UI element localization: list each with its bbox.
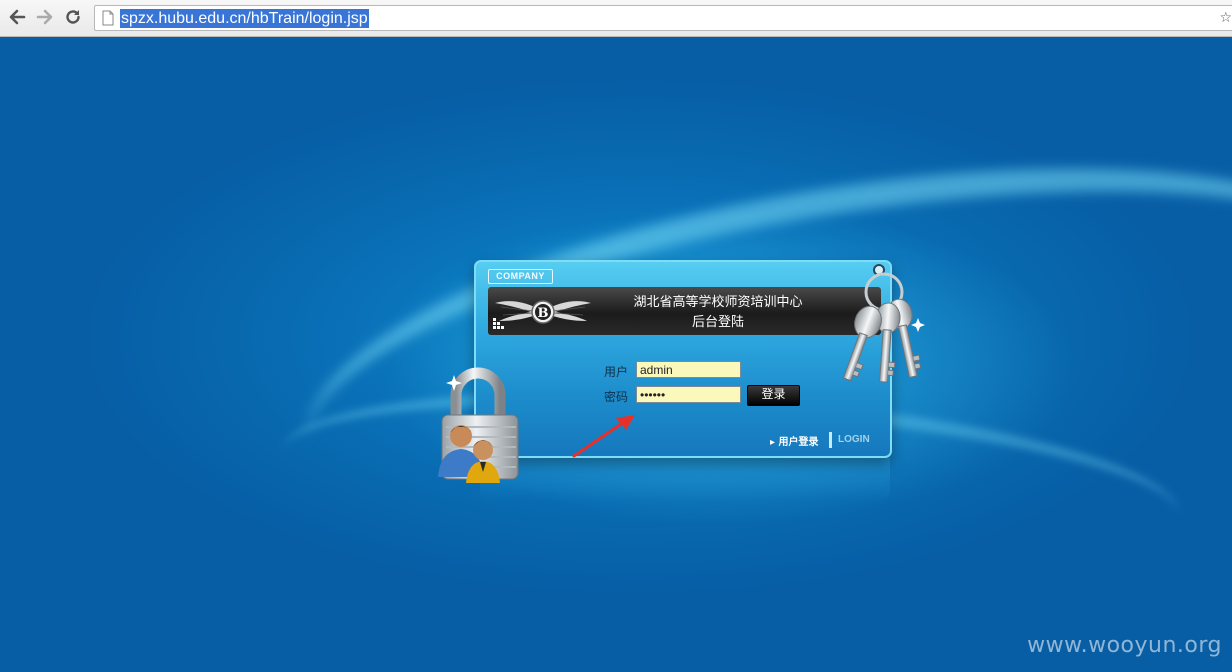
winged-b-logo: B bbox=[495, 300, 591, 324]
user-login-link[interactable]: ▸ 用户登录 bbox=[770, 433, 819, 448]
back-button[interactable] bbox=[6, 6, 28, 28]
company-tag: COMPANY bbox=[488, 269, 553, 284]
login-panel: COMPANY B 湖北省高等学校师资培训中心 后台登陆 用户 密码 登录 ▸ … bbox=[474, 260, 892, 458]
forward-icon bbox=[36, 9, 53, 25]
watermark: www.wooyun.org bbox=[1027, 633, 1222, 658]
forward-button[interactable] bbox=[34, 6, 56, 28]
reload-button[interactable] bbox=[62, 6, 84, 28]
login-tab[interactable]: LOGIN bbox=[838, 434, 870, 445]
url-text[interactable]: spzx.hubu.edu.cn/hbTrain/login.jsp bbox=[120, 9, 369, 28]
tab-separator bbox=[829, 432, 832, 448]
page-icon bbox=[102, 10, 114, 26]
title-line-2: 后台登陆 bbox=[691, 315, 744, 330]
browser-toolbar: spzx.hubu.edu.cn/hbTrain/login.jsp ☆ bbox=[0, 0, 1232, 37]
system-title: 湖北省高等学校师资培训中心 后台登陆 bbox=[608, 293, 828, 333]
red-arrow-annotation bbox=[572, 415, 635, 458]
panel-reflection bbox=[480, 458, 890, 502]
password-input[interactable] bbox=[636, 386, 741, 403]
dots-decoration bbox=[493, 318, 504, 329]
username-input[interactable] bbox=[636, 361, 741, 378]
login-button[interactable]: 登录 bbox=[747, 385, 800, 406]
svg-text:B: B bbox=[538, 306, 549, 321]
bookmark-star-icon[interactable]: ☆ bbox=[1219, 10, 1232, 26]
reload-icon bbox=[66, 10, 80, 24]
title-line-1: 湖北省高等学校师资培训中心 bbox=[633, 295, 803, 310]
title-banner: B 湖北省高等学校师资培训中心 后台登陆 bbox=[488, 287, 881, 335]
keys-icon bbox=[842, 272, 925, 383]
username-label: 用户 bbox=[604, 365, 629, 379]
back-icon bbox=[9, 9, 26, 25]
address-bar[interactable]: spzx.hubu.edu.cn/hbTrain/login.jsp ☆ bbox=[94, 5, 1232, 31]
padlock-users-icon bbox=[438, 367, 519, 483]
password-label: 密码 bbox=[604, 390, 629, 404]
